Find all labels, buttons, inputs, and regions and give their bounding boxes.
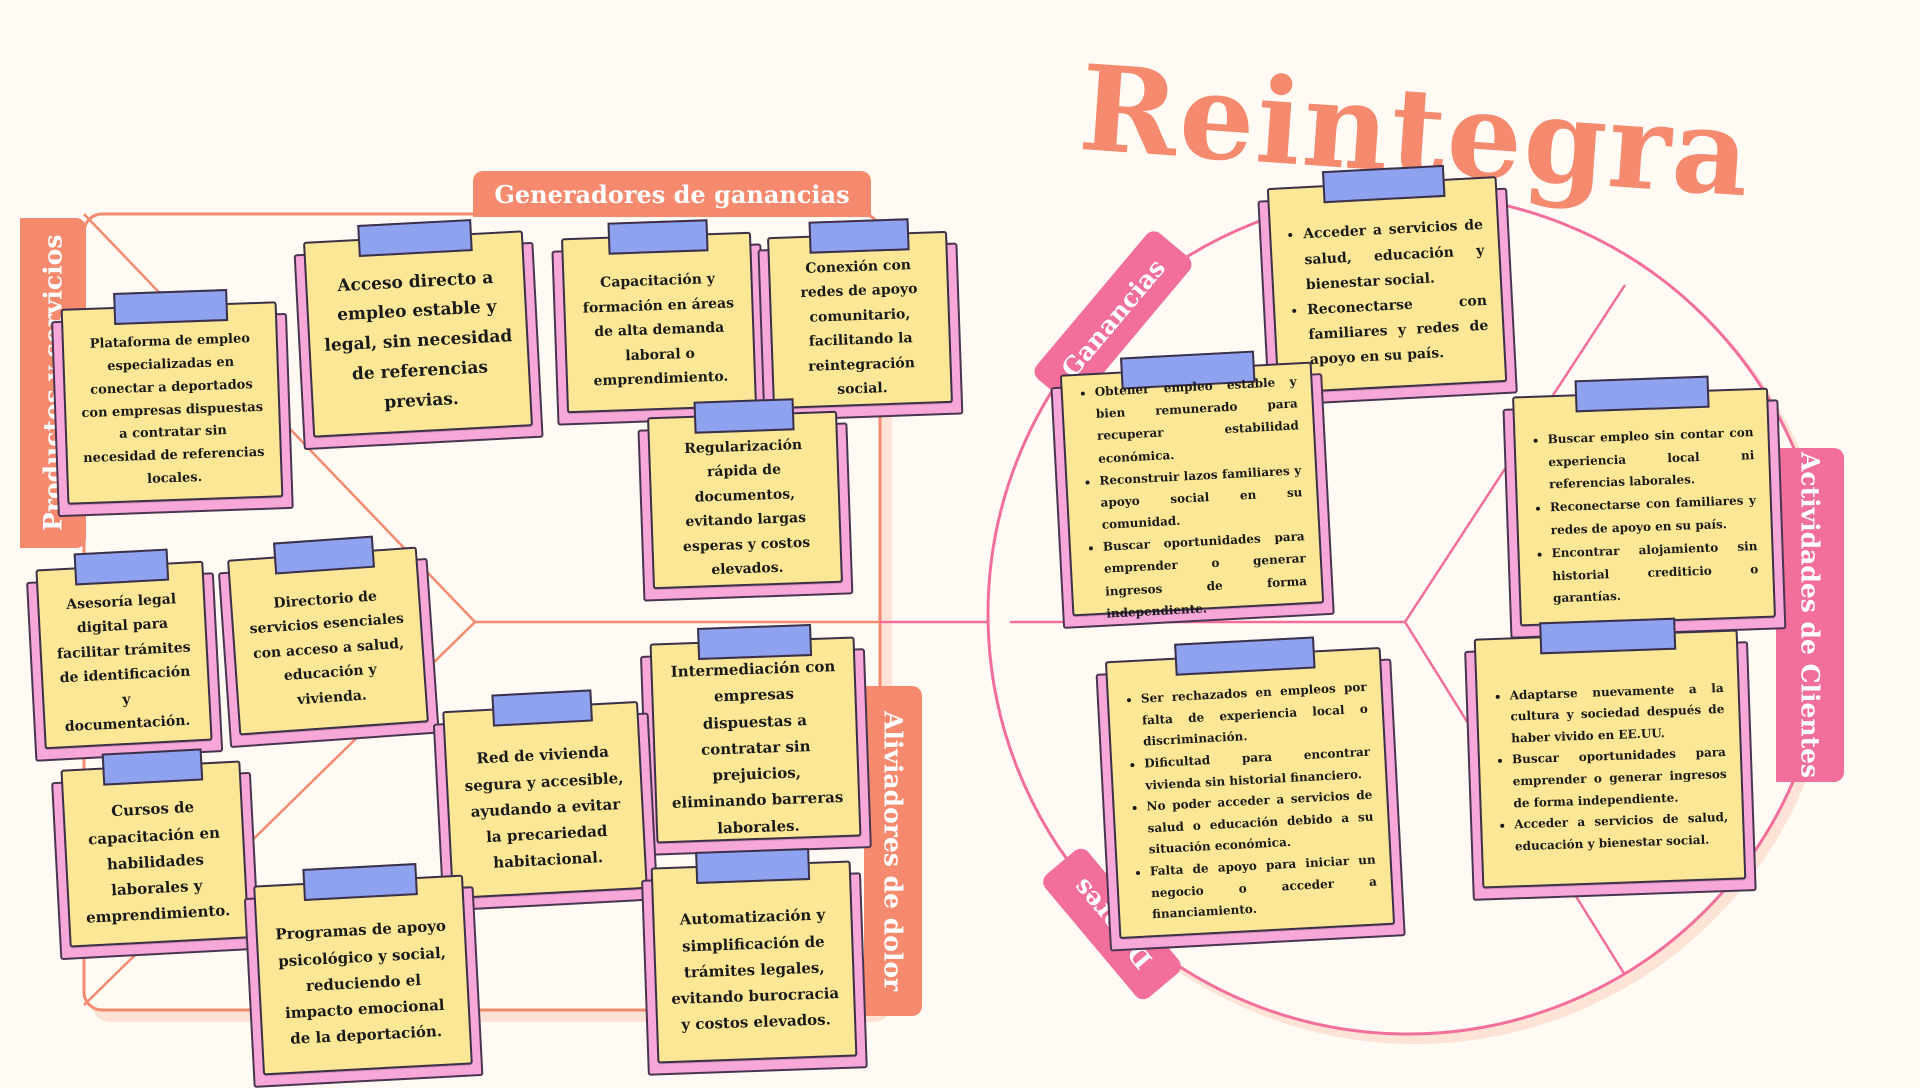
tape-icon — [1539, 617, 1677, 655]
note-text: Regularización rápida de documentos, evi… — [682, 436, 811, 579]
note-alivio-automatizacion: Automatización y simplificación de trámi… — [641, 848, 868, 1076]
note-cliente-actividades-2: Adaptarse nuevamente a la cultura y soci… — [1464, 617, 1757, 901]
tape-icon — [357, 219, 473, 257]
list-item: Adaptarse nuevamente a la cultura y soci… — [1509, 678, 1725, 750]
tape-icon — [302, 863, 418, 901]
tape-icon — [695, 848, 811, 884]
list-item: Obtener empleo estable y bien remunerado… — [1094, 370, 1300, 469]
note-text: Acceso directo a empleo estable y legal,… — [323, 267, 513, 413]
tape-icon — [73, 548, 170, 586]
tag-actividades-clientes: Actividades de Clientes — [1776, 448, 1844, 782]
note-text: Plataforma de empleo especializadas en c… — [81, 331, 265, 487]
note-text: Asesoría legal digital para facilitar tr… — [56, 590, 191, 736]
list-item: Falta de apoyo para iniciar un negocio o… — [1149, 850, 1378, 927]
note-list: Acceder a servicios de salud, educación … — [1282, 205, 1491, 383]
note-cliente-actividades-1: Buscar empleo sin contar con experiencia… — [1502, 375, 1787, 639]
tag-aliviadores-dolor: Aliviadores de dolor — [864, 686, 922, 1016]
note-list: Buscar empleo sin contar con experiencia… — [1527, 416, 1760, 616]
note-text: Capacitación y formación en áreas de alt… — [582, 271, 735, 390]
note-producto-cursos: Cursos de capacitación en habilidades la… — [51, 748, 261, 961]
note-cliente-dolores: Ser rechazados en empleos por falta de e… — [1095, 636, 1406, 952]
tape-icon — [1574, 375, 1710, 413]
list-item: Reconstruir lazos familiares y apoyo soc… — [1099, 459, 1304, 536]
note-alivio-vivienda: Red de vivienda segura y accesible, ayud… — [432, 689, 659, 912]
note-ganancia-conexion: Conexión con redes de apoyo comunitario,… — [757, 218, 964, 422]
tape-icon — [491, 689, 593, 727]
list-item: Encontrar alojamiento sin historial cred… — [1551, 535, 1759, 611]
note-text: Directorio de servicios esenciales con a… — [249, 588, 405, 709]
note-text: Red de vivienda segura y accesible, ayud… — [464, 742, 624, 873]
note-text: Conexión con redes de apoyo comunitario,… — [800, 256, 918, 398]
list-item: Buscar empleo sin contar con experiencia… — [1547, 421, 1755, 497]
list-item: Reconectarse con familiares y redes de a… — [1550, 489, 1757, 542]
note-text: Intermediación con empresas dispuestas a… — [670, 657, 844, 838]
note-text: Programas de apoyo psicológico y social,… — [274, 916, 447, 1049]
note-producto-directorio: Directorio de servicios esenciales con a… — [217, 535, 440, 749]
tag-generadores-ganancias: Generadores de ganancias — [473, 171, 871, 217]
note-ganancia-acceso: Acceso directo a empleo estable y legal,… — [293, 219, 544, 451]
tape-icon — [693, 398, 795, 434]
note-producto-asesoria: Asesoría legal digital para facilitar tr… — [26, 548, 224, 762]
note-cliente-ganancias: Obtener empleo estable y bien remunerado… — [1050, 350, 1335, 629]
tape-icon — [113, 289, 229, 325]
list-item: Ser rechazados en empleos por falta de e… — [1140, 677, 1369, 754]
list-item: No poder acceder a servicios de salud o … — [1146, 785, 1375, 862]
note-ganancia-regularizacion: Regularización rápida de documentos, evi… — [637, 398, 854, 602]
tape-icon — [1321, 164, 1446, 204]
list-item: Acceder a servicios de salud, educación … — [1514, 807, 1729, 858]
note-list: Ser rechazados en empleos por falta de e… — [1120, 676, 1378, 929]
note-alivio-intermediacion: Intermediación con empresas dispuestas a… — [639, 624, 872, 856]
note-text: Automatización y simplificación de trámi… — [671, 905, 840, 1034]
note-list: Obtener empleo estable y bien remunerado… — [1075, 374, 1307, 620]
list-item: Reconectarse con familiares y redes de a… — [1307, 289, 1491, 374]
list-item: Acceder a servicios de salud, educación … — [1303, 213, 1487, 298]
note-alivio-psicologico: Programas de apoyo psicológico y social,… — [243, 863, 484, 1088]
note-list: Adaptarse nuevamente a la cultura y soci… — [1489, 658, 1730, 878]
note-producto-plataforma: Plataforma de empleo especializadas en c… — [51, 289, 294, 518]
note-text: Cursos de capacitación en habilidades la… — [85, 798, 231, 928]
tape-icon — [607, 219, 709, 255]
list-item: Buscar oportunidades para emprender o ge… — [1102, 525, 1308, 624]
tape-icon — [101, 748, 204, 786]
note-ganancia-capacitacion: Capacitación y formación en áreas de alt… — [551, 219, 768, 426]
list-item: Buscar oportunidades para emprender o ge… — [1512, 742, 1728, 814]
tape-icon — [808, 218, 910, 254]
